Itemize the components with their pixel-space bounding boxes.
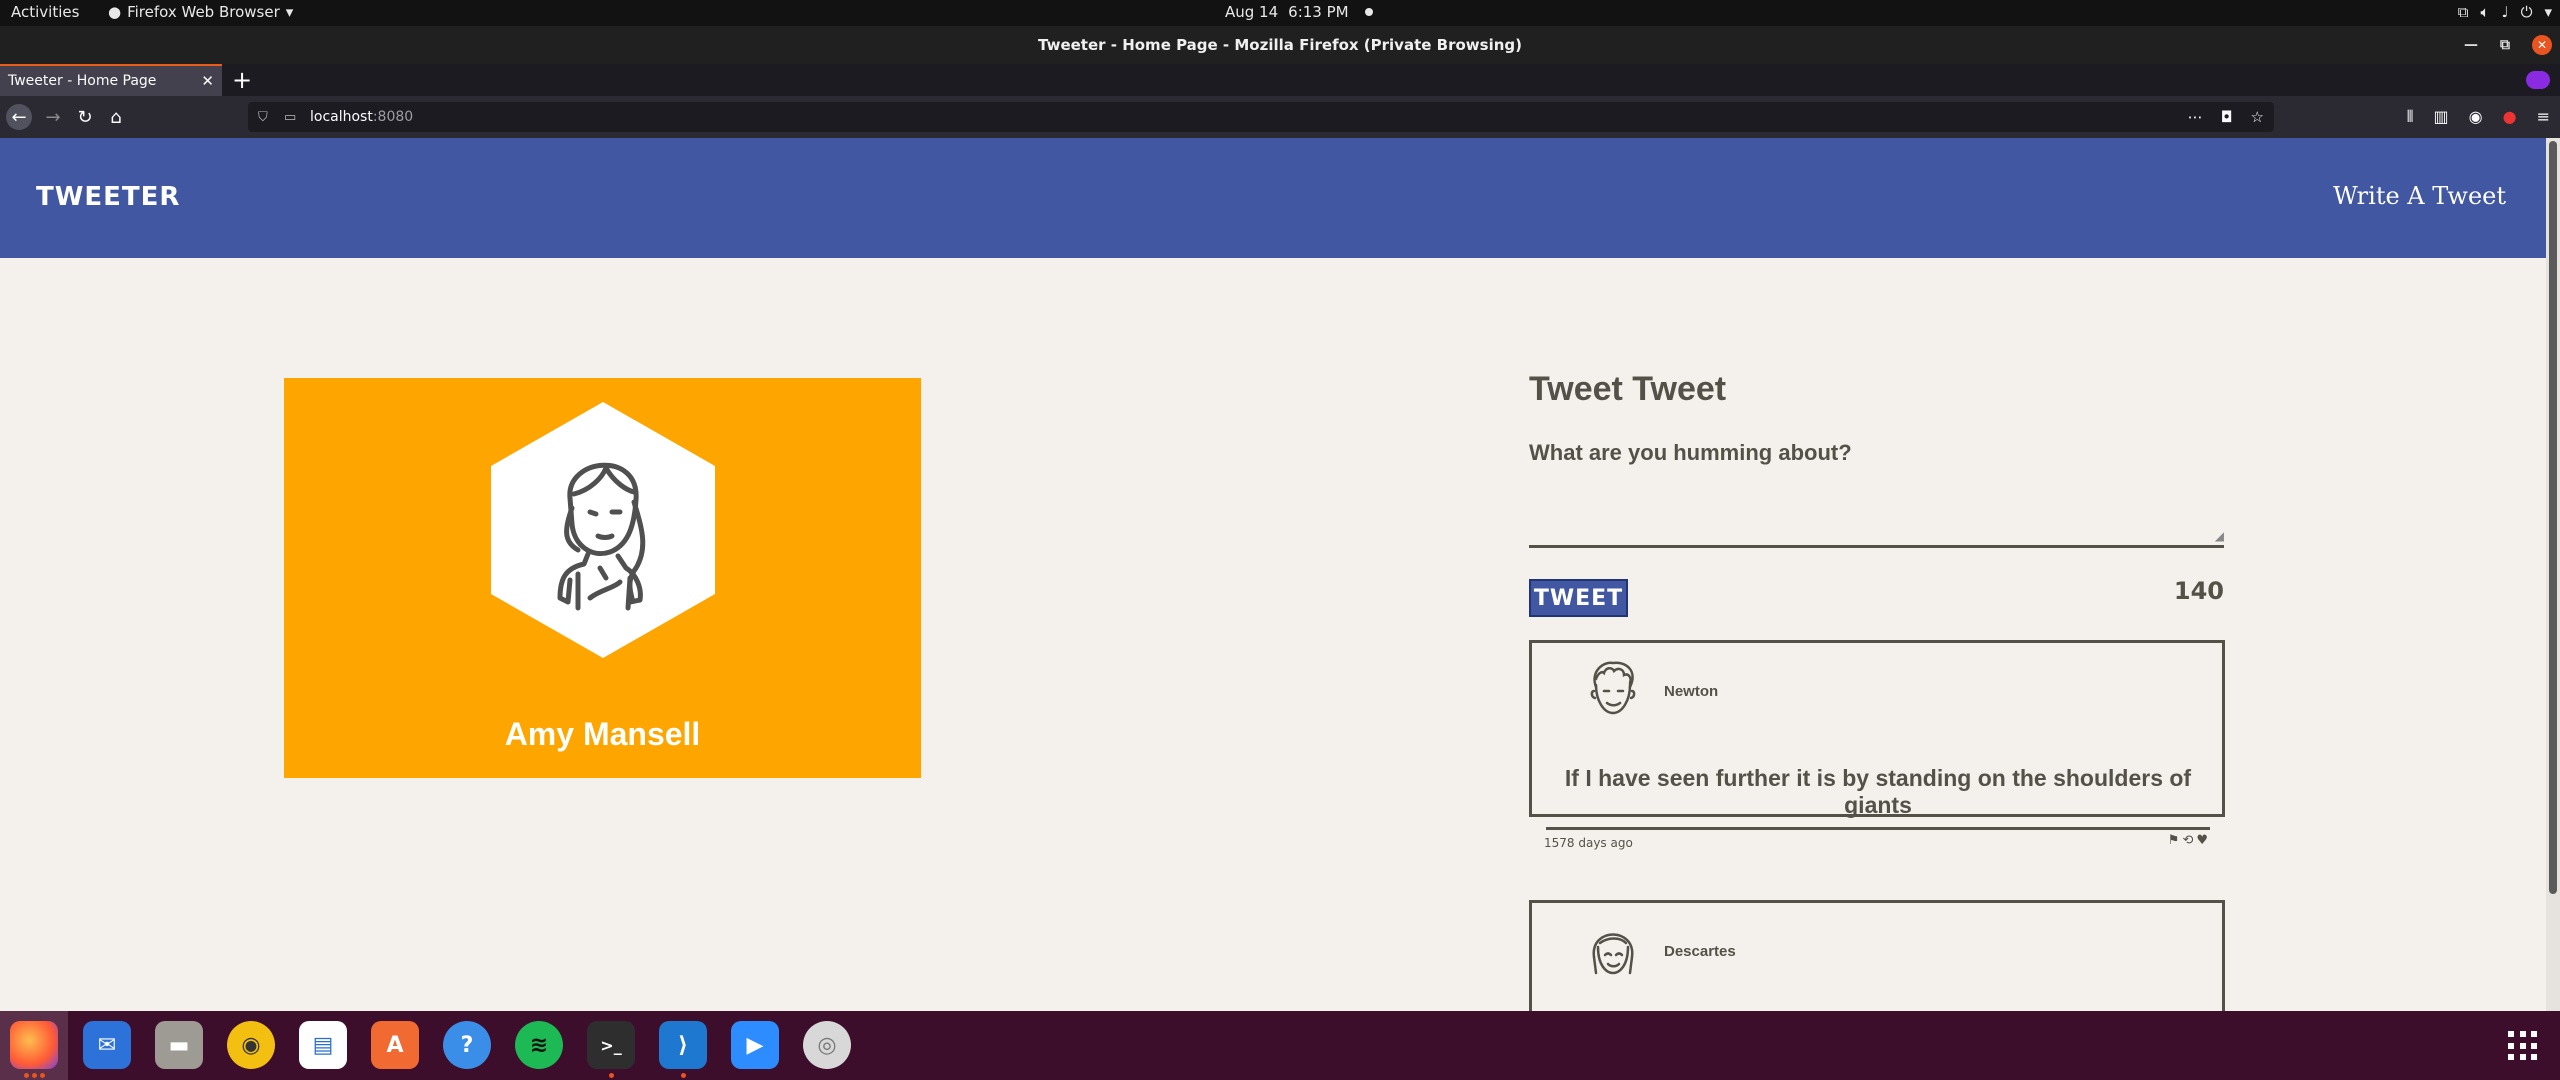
sidebar-icon[interactable]: ▥ (2434, 107, 2449, 127)
tab-title: Tweeter - Home Page (8, 73, 157, 89)
site-header: TWEETER Write A Tweet (0, 138, 2546, 258)
running-indicator-icon (24, 1073, 29, 1078)
site-logo[interactable]: TWEETER (36, 182, 180, 212)
clock-time: 6:13 PM (1288, 3, 1349, 21)
account-icon[interactable]: ◉ (2469, 107, 2483, 127)
flag-icon[interactable]: ⚑ (2168, 833, 2180, 848)
menu-icon[interactable]: ≡ (2537, 107, 2550, 127)
tweet-card: Newton If I have seen further it is by s… (1529, 640, 2225, 850)
notification-dot-icon (1364, 8, 1373, 16)
tweet-content: If I have seen further it is by standing… (1546, 765, 2210, 830)
system-top-bar: Activities ● Firefox Web Browser ▾ Aug 1… (0, 0, 2560, 26)
url-text: localhost:8080 (310, 109, 413, 125)
activities-button[interactable]: Activities (11, 3, 79, 21)
app-menu-label: Firefox Web Browser (127, 3, 280, 21)
shield-icon[interactable]: ⛉ (258, 110, 268, 125)
running-indicator-icon (681, 1073, 686, 1078)
tweet-actions: ⚑ ⟲ ♥ (2168, 833, 2208, 848)
toolbar-right: ⫴ ▥ ◉ ● ≡ (2407, 107, 2550, 127)
libreoffice-writer-icon[interactable]: ▤ (299, 1021, 347, 1069)
chevron-down-icon: ▾ (285, 3, 294, 21)
minimize-icon[interactable]: — (2464, 37, 2478, 53)
show-applications-icon[interactable] (2508, 1031, 2538, 1061)
url-actions: ⋯ ◘ ☆ (2188, 108, 2264, 126)
composer-title: Tweet Tweet (1529, 370, 1727, 408)
app-center-icon[interactable]: A (371, 1021, 419, 1069)
close-tab-icon[interactable]: ✕ (201, 72, 214, 90)
tab-bar: Tweeter - Home Page ✕ + (0, 64, 2560, 96)
tweet-card: Descartes (1529, 900, 2225, 1011)
system-tray[interactable]: ⧉ 🔈︎ ♩ ⏻ ▾ (2458, 3, 2552, 21)
heart-icon[interactable]: ♥ (2196, 833, 2208, 848)
firefox-small-icon: ● (108, 3, 122, 21)
page-viewport: TWEETER Write A Tweet Amy Mansell Tweet … (0, 138, 2546, 1011)
window-title-bar: Tweeter - Home Page - Mozilla Firefox (P… (0, 26, 2560, 64)
tweet-button[interactable]: TWEET (1529, 579, 1628, 617)
home-icon[interactable]: ⌂ (103, 104, 129, 130)
forward-icon[interactable]: → (40, 104, 66, 130)
url-port: :8080 (372, 109, 414, 125)
new-tab-icon[interactable]: + (232, 66, 252, 94)
navigation-toolbar: ← → ↻ ⌂ ⛉ ▭ localhost:8080 ⋯ ◘ ☆ ⫴ ▥ ◉ ●… (0, 96, 2560, 138)
write-tweet-link[interactable]: Write A Tweet (2333, 182, 2506, 210)
vscode-icon[interactable]: ⟩ (659, 1021, 707, 1069)
tab-tweeter-home[interactable]: Tweeter - Home Page ✕ (0, 64, 222, 96)
microphone-icon: ♩ (2501, 3, 2509, 21)
app-menu[interactable]: ● Firefox Web Browser ▾ (108, 3, 293, 21)
clock-date: Aug 14 (1225, 3, 1279, 21)
woman-avatar-icon (557, 462, 646, 611)
chevron-down-icon: ▾ (2544, 3, 2552, 21)
scrollbar-thumb[interactable] (2549, 141, 2557, 894)
profile-name: Amy Mansell (504, 716, 701, 752)
private-browsing-icon (2526, 71, 2550, 89)
files-icon[interactable]: ▬ (155, 1021, 203, 1069)
url-host: localhost (310, 109, 373, 125)
zoom-icon[interactable]: ▶ (731, 1021, 779, 1069)
window-controls: — ⧉ ✕ (2464, 35, 2552, 55)
running-indicator-icon (32, 1073, 37, 1078)
tweet-author: Newton (1664, 683, 1719, 700)
firefox-icon[interactable] (10, 1021, 58, 1069)
thunderbird-icon[interactable]: ✉ (83, 1021, 131, 1069)
tweet-timestamp: 1578 days ago (1544, 836, 1633, 850)
resize-grip-icon[interactable]: ◢ (2215, 529, 2224, 543)
tweet-textarea[interactable]: ◢ (1529, 478, 2224, 548)
reload-icon[interactable]: ↻ (72, 104, 98, 130)
library-icon[interactable]: ⫴ (2407, 107, 2414, 127)
page-info-icon[interactable]: ▭ (284, 110, 296, 125)
disc-icon[interactable]: ◎ (803, 1021, 851, 1069)
composer-prompt: What are you humming about? (1529, 440, 1852, 465)
terminal-icon[interactable]: >_ (587, 1021, 635, 1069)
help-icon[interactable]: ? (443, 1021, 491, 1069)
running-indicator-icon (609, 1073, 614, 1078)
power-icon: ⏻ (2520, 3, 2533, 21)
volume-icon: 🔈︎ (2480, 3, 2490, 21)
running-indicator-icon (40, 1073, 45, 1078)
char-counter: 140 (2173, 577, 2224, 605)
network-icon: ⧉ (2457, 3, 2469, 21)
retweet-icon[interactable]: ⟲ (2182, 833, 2193, 848)
woman-avatar-icon (1592, 933, 1634, 975)
maximize-icon[interactable]: ⧉ (2500, 37, 2510, 53)
bookmark-star-icon[interactable]: ☆ (2251, 108, 2264, 126)
dock: ✉ ▬ ◉ ▤ A ? ≋ >_ ⟩ ▶ ◎ (0, 1011, 2560, 1080)
back-icon[interactable]: ← (6, 104, 32, 130)
close-window-icon[interactable]: ✕ (2532, 35, 2552, 55)
clock[interactable]: Aug 14 6:13 PM (1225, 3, 1373, 21)
more-actions-icon[interactable]: ⋯ (2188, 108, 2203, 126)
rhythmbox-icon[interactable]: ◉ (227, 1021, 275, 1069)
pocket-icon[interactable]: ◘ (2221, 108, 2233, 126)
profile-card: Amy Mansell (284, 378, 921, 778)
page-scrollbar[interactable] (2546, 138, 2560, 1011)
url-bar[interactable]: ⛉ ▭ localhost:8080 ⋯ ◘ ☆ (248, 102, 2274, 132)
spotify-icon[interactable]: ≋ (515, 1021, 563, 1069)
extension-icon[interactable]: ● (2503, 107, 2517, 127)
man-avatar-icon (1590, 661, 1636, 715)
window-title: Tweeter - Home Page - Mozilla Firefox (P… (1038, 36, 1522, 54)
tweet-author: Descartes (1664, 943, 1736, 960)
